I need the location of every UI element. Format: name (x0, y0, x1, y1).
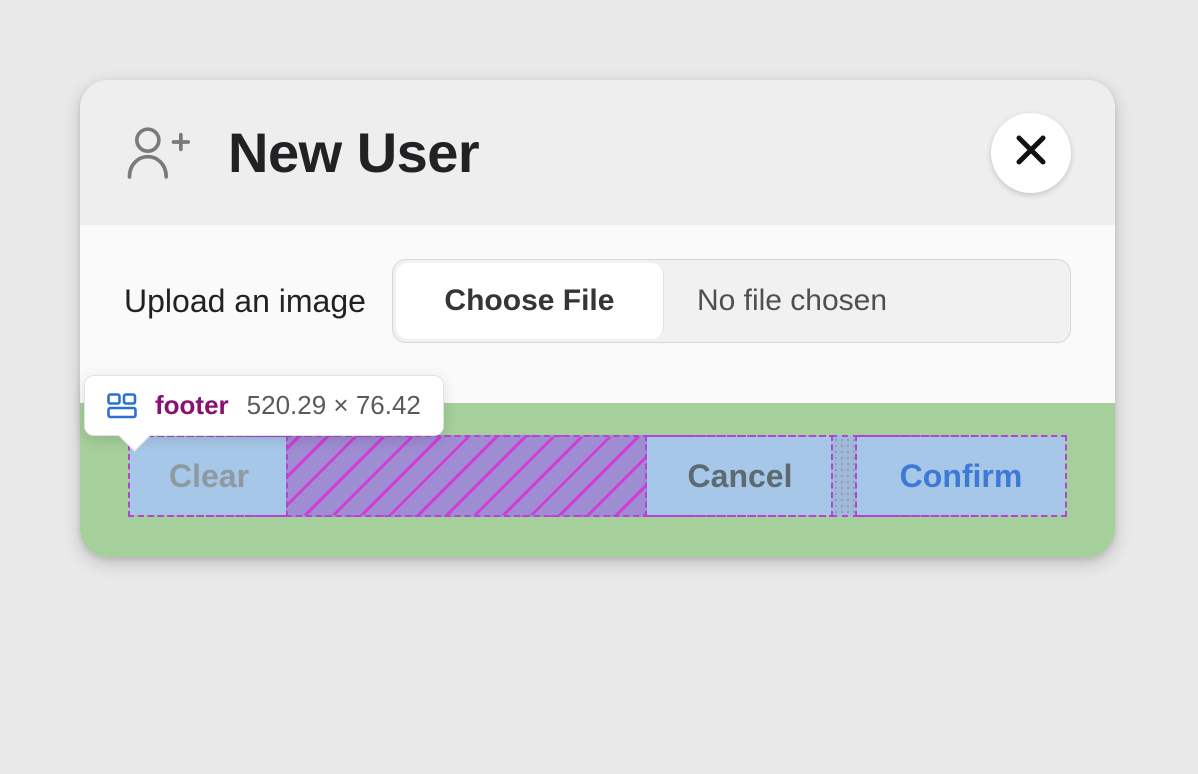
upload-label: Upload an image (124, 283, 366, 320)
file-status: No file chosen (667, 260, 1070, 342)
clear-button[interactable]: Clear (128, 435, 290, 517)
flex-gap-indicator (286, 435, 649, 517)
tooltip-dimensions: 520.29 × 76.42 (247, 390, 421, 421)
dialog-title: New User (228, 120, 479, 185)
cancel-button[interactable]: Cancel (645, 435, 835, 517)
footer-flex-track: Clear Cancel Confirm (128, 435, 1067, 517)
user-plus-icon (124, 120, 190, 186)
dialog-header: New User (80, 80, 1115, 225)
close-button[interactable] (991, 113, 1071, 193)
devtools-inspect-tooltip: footer 520.29 × 76.42 (84, 375, 444, 436)
confirm-button[interactable]: Confirm (855, 435, 1067, 517)
close-icon (1014, 133, 1048, 172)
layout-icon (107, 393, 137, 419)
new-user-dialog: New User Upload an image Choose File No … (80, 80, 1115, 557)
file-input[interactable]: Choose File No file chosen (392, 259, 1071, 343)
choose-file-button[interactable]: Choose File (396, 263, 664, 339)
tooltip-tag: footer (155, 390, 229, 421)
upload-row: Upload an image Choose File No file chos… (124, 259, 1071, 343)
